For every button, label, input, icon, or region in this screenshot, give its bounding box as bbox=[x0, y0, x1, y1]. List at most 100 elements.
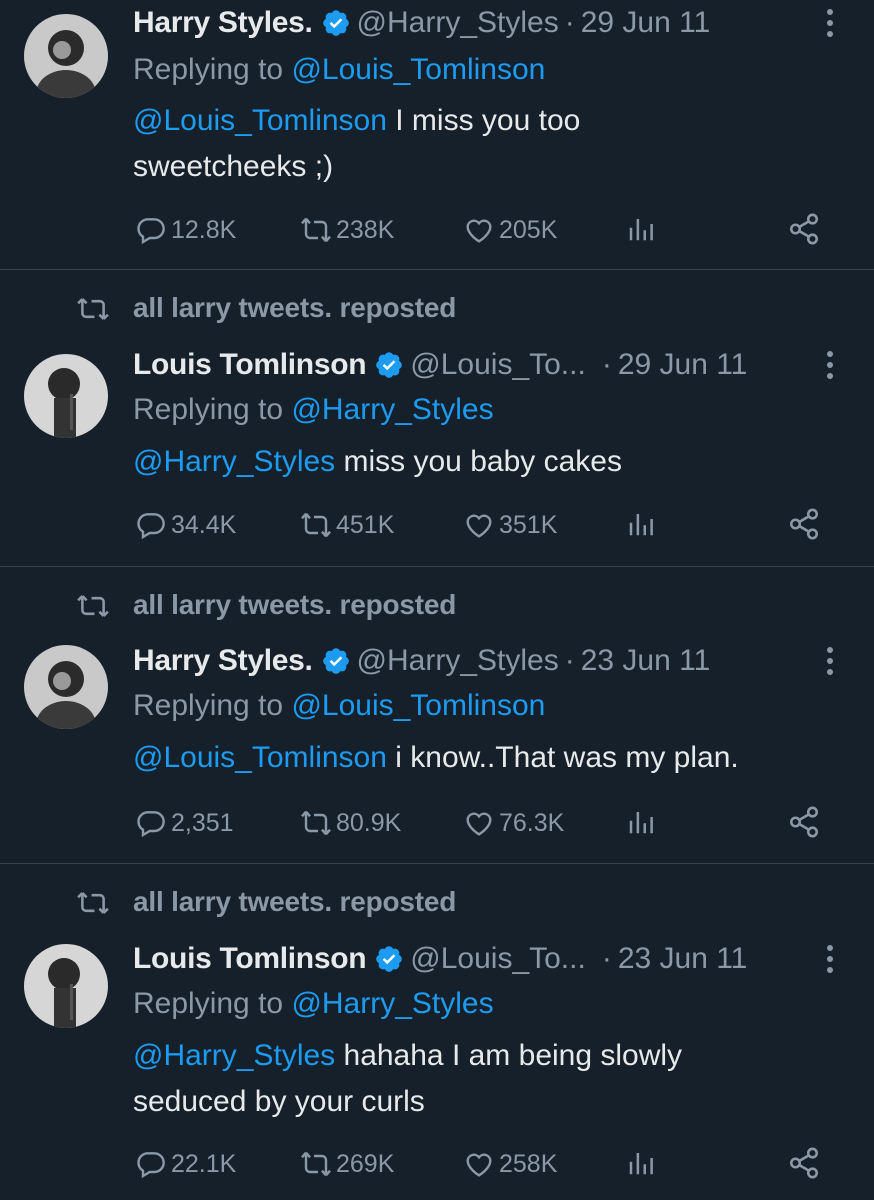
verified-badge-icon bbox=[322, 10, 349, 36]
avatar[interactable] bbox=[24, 354, 108, 438]
like-button[interactable]: 76.3K bbox=[463, 803, 564, 843]
author-handle[interactable]: @Harry_Styles bbox=[357, 644, 559, 678]
more-options-icon[interactable] bbox=[820, 641, 840, 681]
repost-icon bbox=[77, 892, 109, 914]
author-name[interactable]: Louis Tomlinson bbox=[133, 348, 367, 382]
share-icon[interactable] bbox=[787, 805, 821, 839]
reply-button[interactable]: 2,351 bbox=[135, 803, 234, 843]
reply-icon bbox=[137, 811, 165, 838]
repost-button[interactable]: 451K bbox=[300, 505, 394, 545]
like-count: 351K bbox=[499, 510, 558, 539]
tweet-text-line1: hahaha I am being slowly bbox=[335, 1039, 683, 1072]
reply-button[interactable]: 12.8K bbox=[135, 210, 236, 250]
share-icon[interactable] bbox=[787, 1146, 821, 1180]
replying-prefix: Replying to bbox=[133, 53, 292, 86]
replying-to: Replying to @Louis_Tomlinson bbox=[133, 689, 545, 723]
tweet[interactable]: all larry tweets. reposted Louis Tomlins… bbox=[0, 864, 874, 1200]
replying-to: Replying to @Harry_Styles bbox=[133, 987, 494, 1021]
repost-count: 80.9K bbox=[336, 808, 402, 837]
author-name[interactable]: Harry Styles. bbox=[133, 644, 313, 678]
repost-label[interactable]: all larry tweets. reposted bbox=[133, 589, 456, 621]
heart-icon bbox=[466, 812, 492, 836]
avatar[interactable] bbox=[24, 645, 108, 729]
separator: · bbox=[564, 644, 575, 677]
repost-icon bbox=[77, 595, 109, 617]
author-name[interactable]: Harry Styles. bbox=[133, 6, 313, 40]
replying-to-link[interactable]: @Louis_Tomlinson bbox=[291, 689, 545, 722]
replying-prefix: Replying to bbox=[133, 393, 292, 426]
avatar[interactable] bbox=[24, 14, 108, 98]
mention-link[interactable]: @Harry_Styles bbox=[133, 1039, 335, 1072]
tweet[interactable]: all larry tweets. reposted Harry Styles.… bbox=[0, 567, 874, 864]
tweet-date[interactable]: 29 Jun 11 bbox=[618, 348, 748, 382]
tweet[interactable]: Harry Styles. @Harry_Styles · 29 Jun 11 … bbox=[0, 0, 874, 270]
replying-prefix: Replying to bbox=[133, 689, 292, 722]
like-button[interactable]: 258K bbox=[463, 1144, 557, 1184]
avatar[interactable] bbox=[24, 944, 108, 1028]
repost-label[interactable]: all larry tweets. reposted bbox=[133, 292, 456, 324]
tweet-header: Harry Styles. @Harry_Styles · 23 Jun 11 bbox=[133, 641, 710, 681]
tweet-date[interactable]: 23 Jun 11 bbox=[581, 644, 711, 678]
like-count: 258K bbox=[499, 1149, 558, 1178]
author-handle[interactable]: @Louis_To... bbox=[410, 942, 586, 976]
tweet-text-line1: miss you baby cakes bbox=[335, 445, 622, 478]
tweet-text-line2: seduced by your curls bbox=[133, 1085, 425, 1118]
action-bar: 34.4K 451K 351K bbox=[0, 505, 874, 545]
replying-to-link[interactable]: @Louis_Tomlinson bbox=[291, 53, 545, 86]
repost-count: 238K bbox=[336, 215, 395, 244]
tweet-text: @Harry_Styles miss you baby cakes bbox=[133, 439, 853, 485]
tweet-text-line1: I miss you too bbox=[386, 104, 581, 137]
mention-link[interactable]: @Louis_Tomlinson bbox=[133, 104, 387, 137]
reply-icon bbox=[137, 1152, 165, 1179]
repost-label[interactable]: all larry tweets. reposted bbox=[133, 886, 456, 918]
repost-button[interactable]: 269K bbox=[300, 1144, 394, 1184]
repost-icon bbox=[77, 298, 109, 320]
more-options-icon[interactable] bbox=[820, 345, 840, 385]
timeline-feed: Harry Styles. @Harry_Styles · 29 Jun 11 … bbox=[0, 0, 874, 1200]
like-count: 76.3K bbox=[499, 808, 565, 837]
views-icon[interactable] bbox=[626, 214, 656, 244]
repost-icon bbox=[301, 217, 331, 243]
action-bar: 2,351 80.9K 76.3K bbox=[0, 803, 874, 843]
reply-button[interactable]: 34.4K bbox=[135, 505, 236, 545]
reply-button[interactable]: 22.1K bbox=[135, 1144, 236, 1184]
heart-icon bbox=[466, 219, 492, 243]
separator: · bbox=[564, 6, 575, 39]
tweet-header: Louis Tomlinson @Louis_To... · 29 Jun 11 bbox=[133, 345, 747, 385]
replying-to-link[interactable]: @Harry_Styles bbox=[291, 987, 493, 1020]
author-handle[interactable]: @Louis_To... bbox=[410, 348, 586, 382]
replying-to: Replying to @Louis_Tomlinson bbox=[133, 53, 545, 87]
reply-icon bbox=[137, 218, 165, 245]
repost-icon bbox=[301, 1151, 331, 1177]
tweet[interactable]: all larry tweets. reposted Louis Tomlins… bbox=[0, 270, 874, 567]
repost-count: 269K bbox=[336, 1149, 395, 1178]
share-icon[interactable] bbox=[787, 212, 821, 246]
action-bar: 12.8K 238K 205K bbox=[0, 210, 874, 250]
like-button[interactable]: 205K bbox=[463, 210, 557, 250]
share-icon[interactable] bbox=[787, 507, 821, 541]
views-icon[interactable] bbox=[626, 807, 656, 837]
views-icon[interactable] bbox=[626, 509, 656, 539]
heart-icon bbox=[466, 1153, 492, 1177]
verified-badge-icon bbox=[376, 352, 403, 378]
views-icon[interactable] bbox=[626, 1148, 656, 1178]
more-options-icon[interactable] bbox=[820, 939, 840, 979]
repost-icon bbox=[301, 810, 331, 836]
reply-count: 22.1K bbox=[171, 1149, 237, 1178]
tweet-text-line2: sweetcheeks ;) bbox=[133, 150, 334, 183]
author-handle[interactable]: @Harry_Styles bbox=[357, 6, 559, 40]
tweet-date[interactable]: 23 Jun 11 bbox=[618, 942, 748, 976]
more-options-icon[interactable] bbox=[820, 3, 840, 43]
tweet-date[interactable]: 29 Jun 11 bbox=[581, 6, 711, 40]
mention-link[interactable]: @Louis_Tomlinson bbox=[133, 741, 387, 774]
like-count: 205K bbox=[499, 215, 558, 244]
repost-button[interactable]: 80.9K bbox=[300, 803, 401, 843]
replying-to-link[interactable]: @Harry_Styles bbox=[291, 393, 493, 426]
author-name[interactable]: Louis Tomlinson bbox=[133, 942, 367, 976]
mention-link[interactable]: @Harry_Styles bbox=[133, 445, 335, 478]
repost-button[interactable]: 238K bbox=[300, 210, 394, 250]
separator: · bbox=[601, 348, 612, 381]
tweet-header: Louis Tomlinson @Louis_To... · 23 Jun 11 bbox=[133, 939, 747, 979]
like-button[interactable]: 351K bbox=[463, 505, 557, 545]
tweet-header: Harry Styles. @Harry_Styles · 29 Jun 11 bbox=[133, 3, 710, 43]
